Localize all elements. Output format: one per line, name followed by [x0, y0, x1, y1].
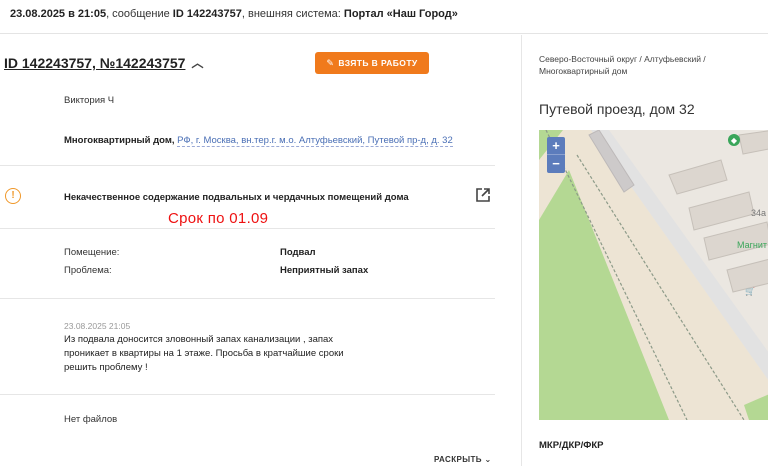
external-system: Портал «Наш Город»	[343, 8, 458, 20]
address-line: Многоквартирный дом, РФ, г. Москва, вн.т…	[64, 135, 453, 147]
ticket-title[interactable]: ID 142243757, №142243757 ︿	[4, 55, 203, 72]
svg-text:◆: ◆	[731, 136, 738, 145]
message-date: 23.08.2025 в 21:05	[10, 8, 107, 20]
take-to-work-button[interactable]: ✎ ВЗЯТЬ В РАБОТУ	[315, 52, 429, 74]
message-text: Из подвала доносится зловонный запах кан…	[64, 334, 344, 373]
field-label-problem: Проблема:	[64, 265, 112, 276]
zoom-in-button[interactable]: +	[547, 137, 565, 155]
files-status: Нет файлов	[64, 414, 118, 425]
field-value-room: Подвал	[280, 247, 316, 258]
field-value-problem: Неприятный запах	[280, 265, 369, 276]
expand-button[interactable]: РАСКРЫТЬ ⌄	[434, 455, 492, 464]
issue-title: Некачественное содержание подвальных и ч…	[64, 192, 409, 203]
warning-icon: !	[5, 188, 21, 204]
divider	[0, 228, 495, 229]
ticket-panel: ID 142243757, №142243757 ︿ ✎ ВЗЯТЬ В РАБОТ…	[0, 35, 522, 466]
message-timestamp: 23.08.2025 21:05	[64, 321, 131, 331]
open-external-icon[interactable]	[475, 187, 491, 203]
pencil-icon: ✎	[326, 58, 335, 68]
repair-type-label: МКР/ДКР/ФКР	[539, 440, 604, 451]
zoom-out-button[interactable]: −	[547, 155, 565, 173]
field-label-room: Помещение:	[64, 247, 120, 258]
map-house-number: 34а	[751, 208, 767, 218]
svg-text:🛒: 🛒	[745, 286, 755, 296]
address-link[interactable]: РФ, г. Москва, вн.тер.г. м.о. Алтуфьевск…	[177, 135, 453, 147]
breadcrumb: Северо-Восточный округ / Алтуфьевский / …	[539, 54, 706, 76]
location-title: Путевой проезд, дом 32	[539, 101, 695, 117]
map-view[interactable]: ◆ 🛒 34а Магнит + −	[539, 130, 768, 420]
map-canvas: ◆ 🛒	[539, 130, 768, 420]
divider	[0, 394, 495, 395]
building-type: Многоквартирный дом,	[64, 135, 175, 146]
zoom-controls[interactable]: + −	[547, 137, 565, 173]
applicant-name: Виктория Ч	[64, 95, 115, 106]
divider	[0, 165, 495, 166]
top-info-bar: 23.08.2025 в 21:05, сообщение ID 1422437…	[0, 0, 768, 34]
chevron-down-icon: ⌄	[484, 455, 492, 464]
deadline-annotation: Срок по 01.09	[168, 210, 269, 227]
map-shop-label: Магнит	[737, 240, 768, 250]
message-id: ID 142243757	[172, 8, 242, 20]
divider	[0, 298, 495, 299]
location-panel: Северо-Восточный округ / Алтуфьевский / …	[523, 35, 768, 466]
chevron-up-icon[interactable]: ︿	[191, 54, 203, 71]
